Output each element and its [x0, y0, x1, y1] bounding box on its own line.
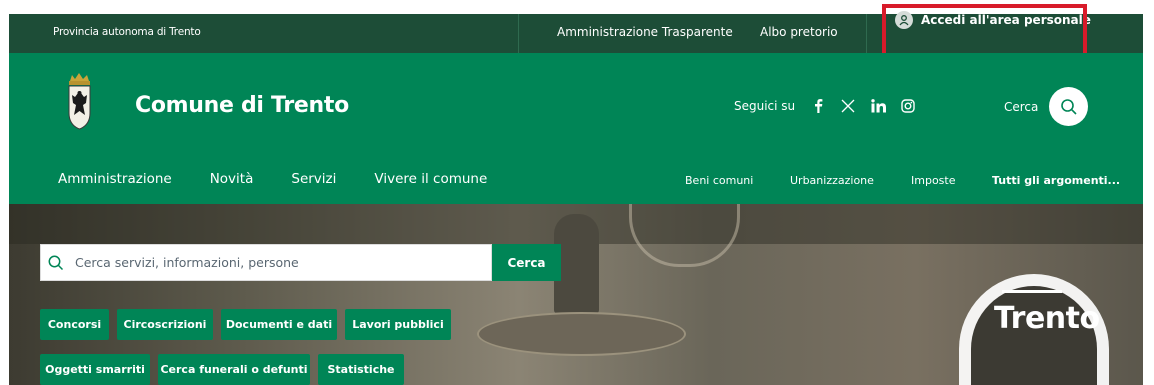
social-label: Seguici su	[734, 98, 796, 113]
search-icon	[48, 255, 64, 270]
site-title[interactable]: Comune di Trento	[135, 93, 349, 118]
facebook-icon[interactable]	[813, 98, 823, 113]
province-link[interactable]: Provincia autonoma di Trento	[53, 26, 201, 38]
nav-item-amministrazione[interactable]: Amministrazione	[58, 171, 172, 187]
site-header: Comune di Trento Seguici su Cerca Ammini…	[9, 53, 1143, 204]
nav-item-servizi[interactable]: Servizi	[291, 171, 336, 187]
logo-lines	[1002, 290, 1062, 301]
trento-logo-text: Trento	[994, 301, 1100, 336]
chip-circoscrizioni[interactable]: Circoscrizioni	[117, 309, 213, 340]
user-icon	[895, 11, 913, 29]
social-links: Seguici su	[734, 98, 915, 113]
rose-window	[629, 204, 740, 267]
instagram-icon[interactable]	[901, 98, 915, 113]
coat-of-arms-icon[interactable]	[67, 71, 92, 135]
search-label: Cerca	[1004, 100, 1039, 114]
linkedin-icon[interactable]	[871, 98, 887, 113]
topic-all[interactable]: Tutti gli argomenti...	[992, 174, 1120, 187]
fountain-basin	[477, 312, 686, 356]
divider	[866, 14, 867, 53]
chip-statistiche[interactable]: Statistiche	[318, 354, 404, 385]
nav-item-vivere-il-comune[interactable]: Vivere il comune	[374, 171, 487, 187]
x-icon[interactable]	[841, 99, 855, 113]
trento-logo: Trento	[994, 290, 1100, 336]
albo-pretorio-link[interactable]: Albo pretorio	[760, 25, 838, 39]
search-button[interactable]	[1049, 87, 1088, 126]
divider	[518, 14, 519, 53]
topic-imposte[interactable]: Imposte	[911, 174, 955, 187]
chip-oggetti-smarriti[interactable]: Oggetti smarriti	[40, 354, 150, 385]
topic-beni-comuni[interactable]: Beni comuni	[685, 174, 753, 187]
main-nav: Amministrazione Novità Servizi Vivere il…	[58, 171, 525, 187]
chip-lavori-pubblici[interactable]: Lavori pubblici	[345, 309, 451, 340]
search-icon	[1060, 98, 1077, 115]
chip-documenti-e-dati[interactable]: Documenti e dati	[221, 309, 337, 340]
search-placeholder: Cerca servizi, informazioni, persone	[75, 255, 299, 270]
hero-search-input[interactable]: Cerca servizi, informazioni, persone	[40, 244, 492, 281]
topic-urbanizzazione[interactable]: Urbanizzazione	[790, 174, 874, 187]
chip-cerca-funerali[interactable]: Cerca funerali o defunti	[158, 354, 310, 385]
amministrazione-trasparente-link[interactable]: Amministrazione Trasparente	[557, 25, 733, 39]
login-button[interactable]: Accedi all'area personale	[895, 8, 1091, 32]
chip-concorsi[interactable]: Concorsi	[40, 309, 109, 340]
nav-item-novita[interactable]: Novità	[210, 171, 254, 187]
hero-search-button[interactable]: Cerca	[492, 244, 561, 281]
login-label: Accedi all'area personale	[921, 13, 1091, 27]
